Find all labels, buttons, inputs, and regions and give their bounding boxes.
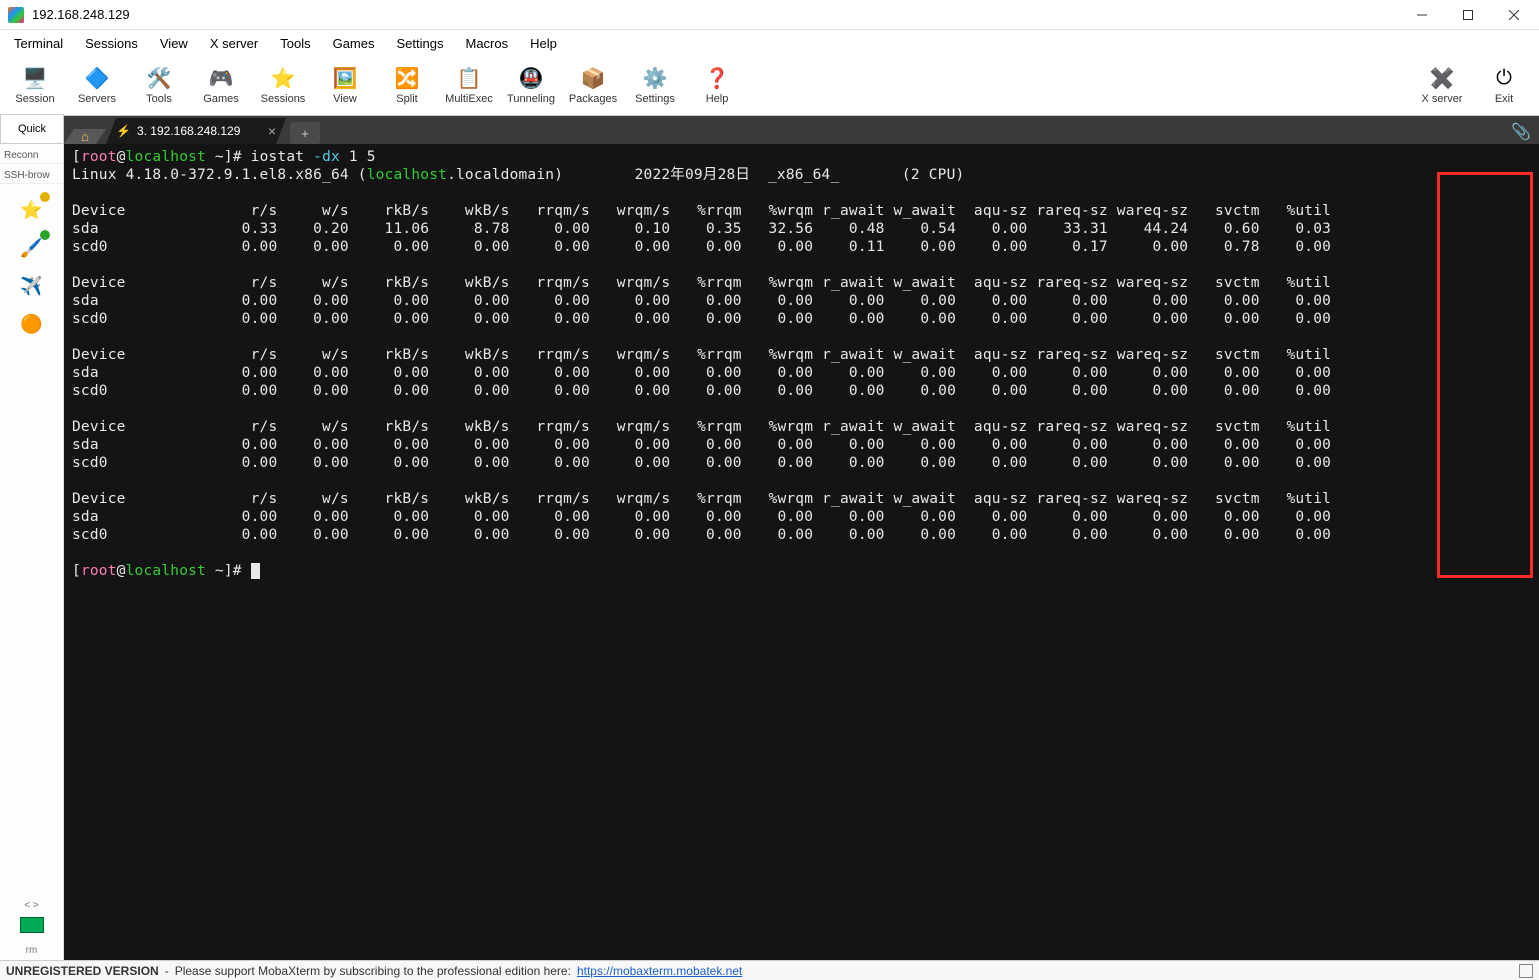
menu-settings[interactable]: Settings: [387, 32, 454, 55]
home-icon: ⌂: [81, 129, 89, 144]
help-icon: ❓: [705, 67, 729, 91]
menu-sessions[interactable]: Sessions: [75, 32, 148, 55]
toolbar-servers-button[interactable]: 🔷Servers: [68, 58, 126, 114]
menu-macros[interactable]: Macros: [455, 32, 518, 55]
toolbar-sessions-button[interactable]: ⭐Sessions: [254, 58, 312, 114]
status-square-icon[interactable]: [1519, 964, 1533, 978]
split-icon: 🔀: [395, 67, 419, 91]
sessions-icon: ⭐: [271, 67, 295, 91]
main-toolbar: 🖥️Session🔷Servers🛠️Tools🎮Games⭐Sessions🖼…: [0, 56, 1539, 116]
quick-connect-tab[interactable]: Quick: [0, 114, 64, 144]
left-sidebar: Reconn SSH-brow ⭐ 🖌️ ✈️ 🟠 < > rm: [0, 144, 64, 960]
tools-icon: 🛠️: [147, 67, 171, 91]
home-tab[interactable]: ⌂: [64, 129, 106, 144]
sidebar-stub-reconnect[interactable]: Reconn: [0, 148, 63, 164]
close-icon[interactable]: ×: [268, 123, 276, 139]
menu-games[interactable]: Games: [323, 32, 385, 55]
terminal-pane[interactable]: [root@localhost ~]# iostat -dx 1 5 Linux…: [64, 144, 1539, 960]
games-icon: 🎮: [209, 67, 233, 91]
brush-icon[interactable]: 🖌️: [16, 232, 48, 264]
globe-icon[interactable]: 🟠: [16, 308, 48, 340]
sidebar-stub-sshbrowser[interactable]: SSH-brow: [0, 168, 63, 184]
toolbar-exit-button[interactable]: ⏻Exit: [1475, 58, 1533, 114]
menu-terminal[interactable]: Terminal: [4, 32, 73, 55]
unregistered-label: UNREGISTERED VERSION: [6, 964, 159, 978]
status-bar: UNREGISTERED VERSION - Please support Mo…: [0, 960, 1539, 980]
menu-view[interactable]: View: [150, 32, 198, 55]
toolbar-tools-button[interactable]: 🛠️Tools: [130, 58, 188, 114]
paperclip-icon[interactable]: 📎: [1511, 122, 1531, 142]
sidebar-collapse-arrows[interactable]: < >: [24, 900, 38, 911]
menu-tools[interactable]: Tools: [270, 32, 320, 55]
toolbar-session-button[interactable]: 🖥️Session: [6, 58, 64, 114]
tunneling-icon: 🚇: [519, 67, 543, 91]
session-icon: 🖥️: [23, 67, 47, 91]
maximize-button[interactable]: [1445, 0, 1491, 30]
toolbar-x-server-button[interactable]: ✖️X server: [1413, 58, 1471, 114]
tab-bar: Quick ⌂ ⚡ 3. 192.168.248.129 × + 📎: [64, 116, 1539, 144]
toolbar-packages-button[interactable]: 📦Packages: [564, 58, 622, 114]
lightning-icon: ⚡: [116, 124, 131, 138]
menu-bar: TerminalSessionsViewX serverToolsGamesSe…: [0, 30, 1539, 56]
toolbar-split-button[interactable]: 🔀Split: [378, 58, 436, 114]
app-icon: [8, 7, 24, 23]
send-icon[interactable]: ✈️: [16, 270, 48, 302]
window-title: 192.168.248.129: [32, 7, 130, 22]
packages-icon: 📦: [581, 67, 605, 91]
toolbar-help-button[interactable]: ❓Help: [688, 58, 746, 114]
sidebar-activity-graph: [20, 917, 44, 933]
multiexec-icon: 📋: [457, 67, 481, 91]
x server-icon: ✖️: [1430, 67, 1454, 91]
settings-icon: ⚙️: [643, 67, 667, 91]
toolbar-multiexec-button[interactable]: 📋MultiExec: [440, 58, 498, 114]
toolbar-tunneling-button[interactable]: 🚇Tunneling: [502, 58, 560, 114]
close-button[interactable]: [1491, 0, 1537, 30]
toolbar-view-button[interactable]: 🖼️View: [316, 58, 374, 114]
status-message: Please support MobaXterm by subscribing …: [175, 964, 571, 978]
star-icon[interactable]: ⭐: [16, 194, 48, 226]
tab-label: 3. 192.168.248.129: [137, 124, 240, 138]
new-tab-button[interactable]: +: [290, 122, 320, 144]
toolbar-games-button[interactable]: 🎮Games: [192, 58, 250, 114]
view-icon: 🖼️: [333, 67, 357, 91]
window-titlebar: 192.168.248.129: [0, 0, 1539, 30]
minimize-button[interactable]: [1399, 0, 1445, 30]
menu-help[interactable]: Help: [520, 32, 567, 55]
sidebar-footer-label: rm: [22, 941, 42, 960]
toolbar-settings-button[interactable]: ⚙️Settings: [626, 58, 684, 114]
session-tab-active[interactable]: ⚡ 3. 192.168.248.129 ×: [106, 118, 286, 144]
servers-icon: 🔷: [85, 67, 109, 91]
exit-icon: ⏻: [1492, 67, 1516, 91]
menu-x-server[interactable]: X server: [200, 32, 268, 55]
status-link[interactable]: https://mobaxterm.mobatek.net: [577, 964, 742, 978]
highlight-annotation: [1437, 172, 1533, 578]
